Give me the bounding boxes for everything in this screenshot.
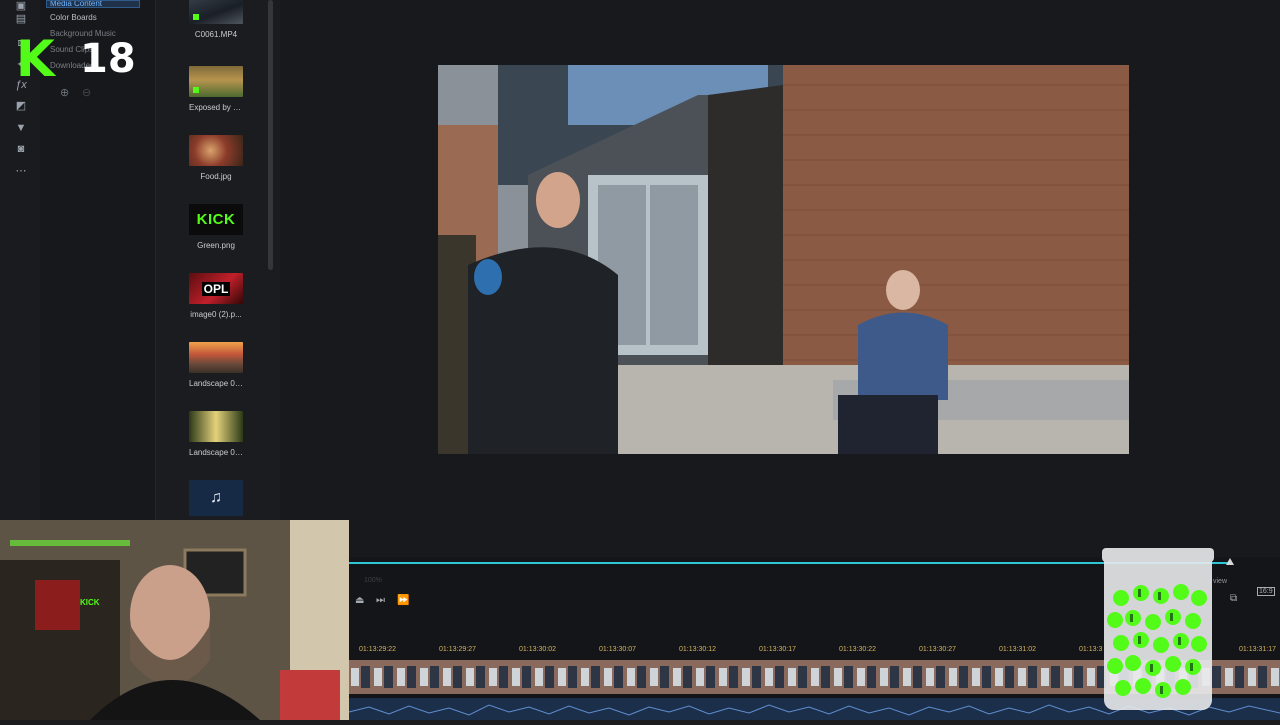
badge-letter: K	[16, 30, 55, 88]
media-item-exposed[interactable]: Exposed by O...	[189, 66, 244, 112]
channel-badge: K 18	[16, 30, 136, 88]
media-caption: Exposed by O...	[189, 103, 243, 112]
media-item-landscape02[interactable]: Landscape 02...	[189, 411, 244, 457]
remove-category-icon[interactable]: ⊖	[82, 86, 91, 99]
category-media-content[interactable]: Media Content	[46, 0, 140, 8]
timecode-label: 01:13:30:27	[919, 646, 956, 653]
aspect-ratio-button[interactable]: 16:9	[1257, 587, 1275, 596]
playback-progress[interactable]	[349, 562, 1230, 564]
webcam-overlay: KICK	[0, 520, 349, 720]
in-use-marker	[193, 14, 199, 20]
add-category-icon[interactable]: ⊕	[60, 86, 69, 99]
view-label[interactable]: view	[1213, 578, 1227, 585]
media-thumbnail: OPL	[189, 273, 243, 304]
webcam-image	[0, 520, 349, 720]
chapter-icon[interactable]: ◙	[14, 143, 28, 155]
media-caption: Landscape 01...	[189, 379, 243, 388]
timecode-label: 01:13:30:07	[599, 646, 636, 653]
kick-logo-text: KICK	[196, 211, 236, 228]
media-caption: image0 (2).p...	[190, 310, 242, 319]
media-library: C0061.MP4 Exposed by O... Food.jpg KICK …	[156, 0, 276, 520]
jar-graphic	[1102, 548, 1214, 710]
zoom-readout[interactable]: 100%	[364, 577, 382, 584]
pip-objects-icon[interactable]: ◩	[14, 100, 28, 112]
timecode-label: 01:13:31:02	[999, 646, 1036, 653]
timecode-label: 01:13:31:17	[1239, 646, 1276, 653]
shirt-kick-text: KICK	[80, 598, 100, 607]
media-caption: Green.png	[197, 241, 235, 250]
media-thumbnail	[189, 135, 243, 166]
opl-logo-text: OPL	[201, 281, 231, 296]
detach-preview-icon[interactable]: ⧉	[1230, 593, 1237, 604]
media-item-green[interactable]: KICK Green.png	[189, 204, 244, 250]
media-scrollbar[interactable]	[268, 0, 273, 270]
media-thumbnail: KICK	[189, 204, 243, 235]
fast-forward-icon[interactable]: ⏩	[397, 595, 409, 606]
media-caption: Landscape 02...	[189, 448, 243, 457]
timecode-label: 01:13:30:12	[679, 646, 716, 653]
titles-icon[interactable]: ▤	[14, 13, 28, 25]
music-note-icon: ♫	[210, 489, 222, 506]
media-item-landscape01[interactable]: Landscape 01...	[189, 342, 244, 388]
media-item-audio[interactable]: ♫	[189, 480, 244, 516]
media-item-image0[interactable]: OPL image0 (2).p...	[189, 273, 244, 319]
media-thumbnail	[189, 66, 243, 97]
media-thumbnail: ♫	[189, 480, 243, 516]
category-color-boards[interactable]: Color Boards	[50, 13, 97, 22]
scrubber-handle[interactable]	[1226, 558, 1234, 565]
media-room-icon[interactable]: ▣	[14, 0, 28, 12]
snapshot-icon[interactable]: ⏏	[355, 595, 364, 606]
in-use-marker	[193, 87, 199, 93]
media-caption: Food.jpg	[200, 172, 232, 181]
video-preview[interactable]	[438, 65, 1129, 454]
particle-icon[interactable]: ▼	[14, 122, 28, 134]
media-item-food[interactable]: Food.jpg	[189, 135, 244, 181]
kick-jar-overlay	[1101, 548, 1215, 714]
video-frame-image	[438, 65, 1129, 454]
timecode-label: 01:13:30:02	[519, 646, 556, 653]
timecode-label: 01:13:29:27	[439, 646, 476, 653]
timecode-label: 01:13:3	[1079, 646, 1103, 653]
media-thumbnail	[189, 342, 243, 373]
more-icon[interactable]: ⋯	[14, 165, 28, 177]
media-thumbnail	[189, 411, 243, 442]
next-frame-icon[interactable]: ⏭	[376, 595, 385, 606]
media-caption: C0061.MP4	[194, 30, 238, 39]
media-thumbnail	[189, 0, 243, 24]
timecode-label: 01:13:30:22	[839, 646, 876, 653]
timecode-label: 01:13:29:22	[359, 646, 396, 653]
media-item-c0061[interactable]: C0061.MP4	[189, 0, 244, 39]
timecode-label: 01:13:30:17	[759, 646, 796, 653]
badge-number: 18	[80, 36, 136, 82]
